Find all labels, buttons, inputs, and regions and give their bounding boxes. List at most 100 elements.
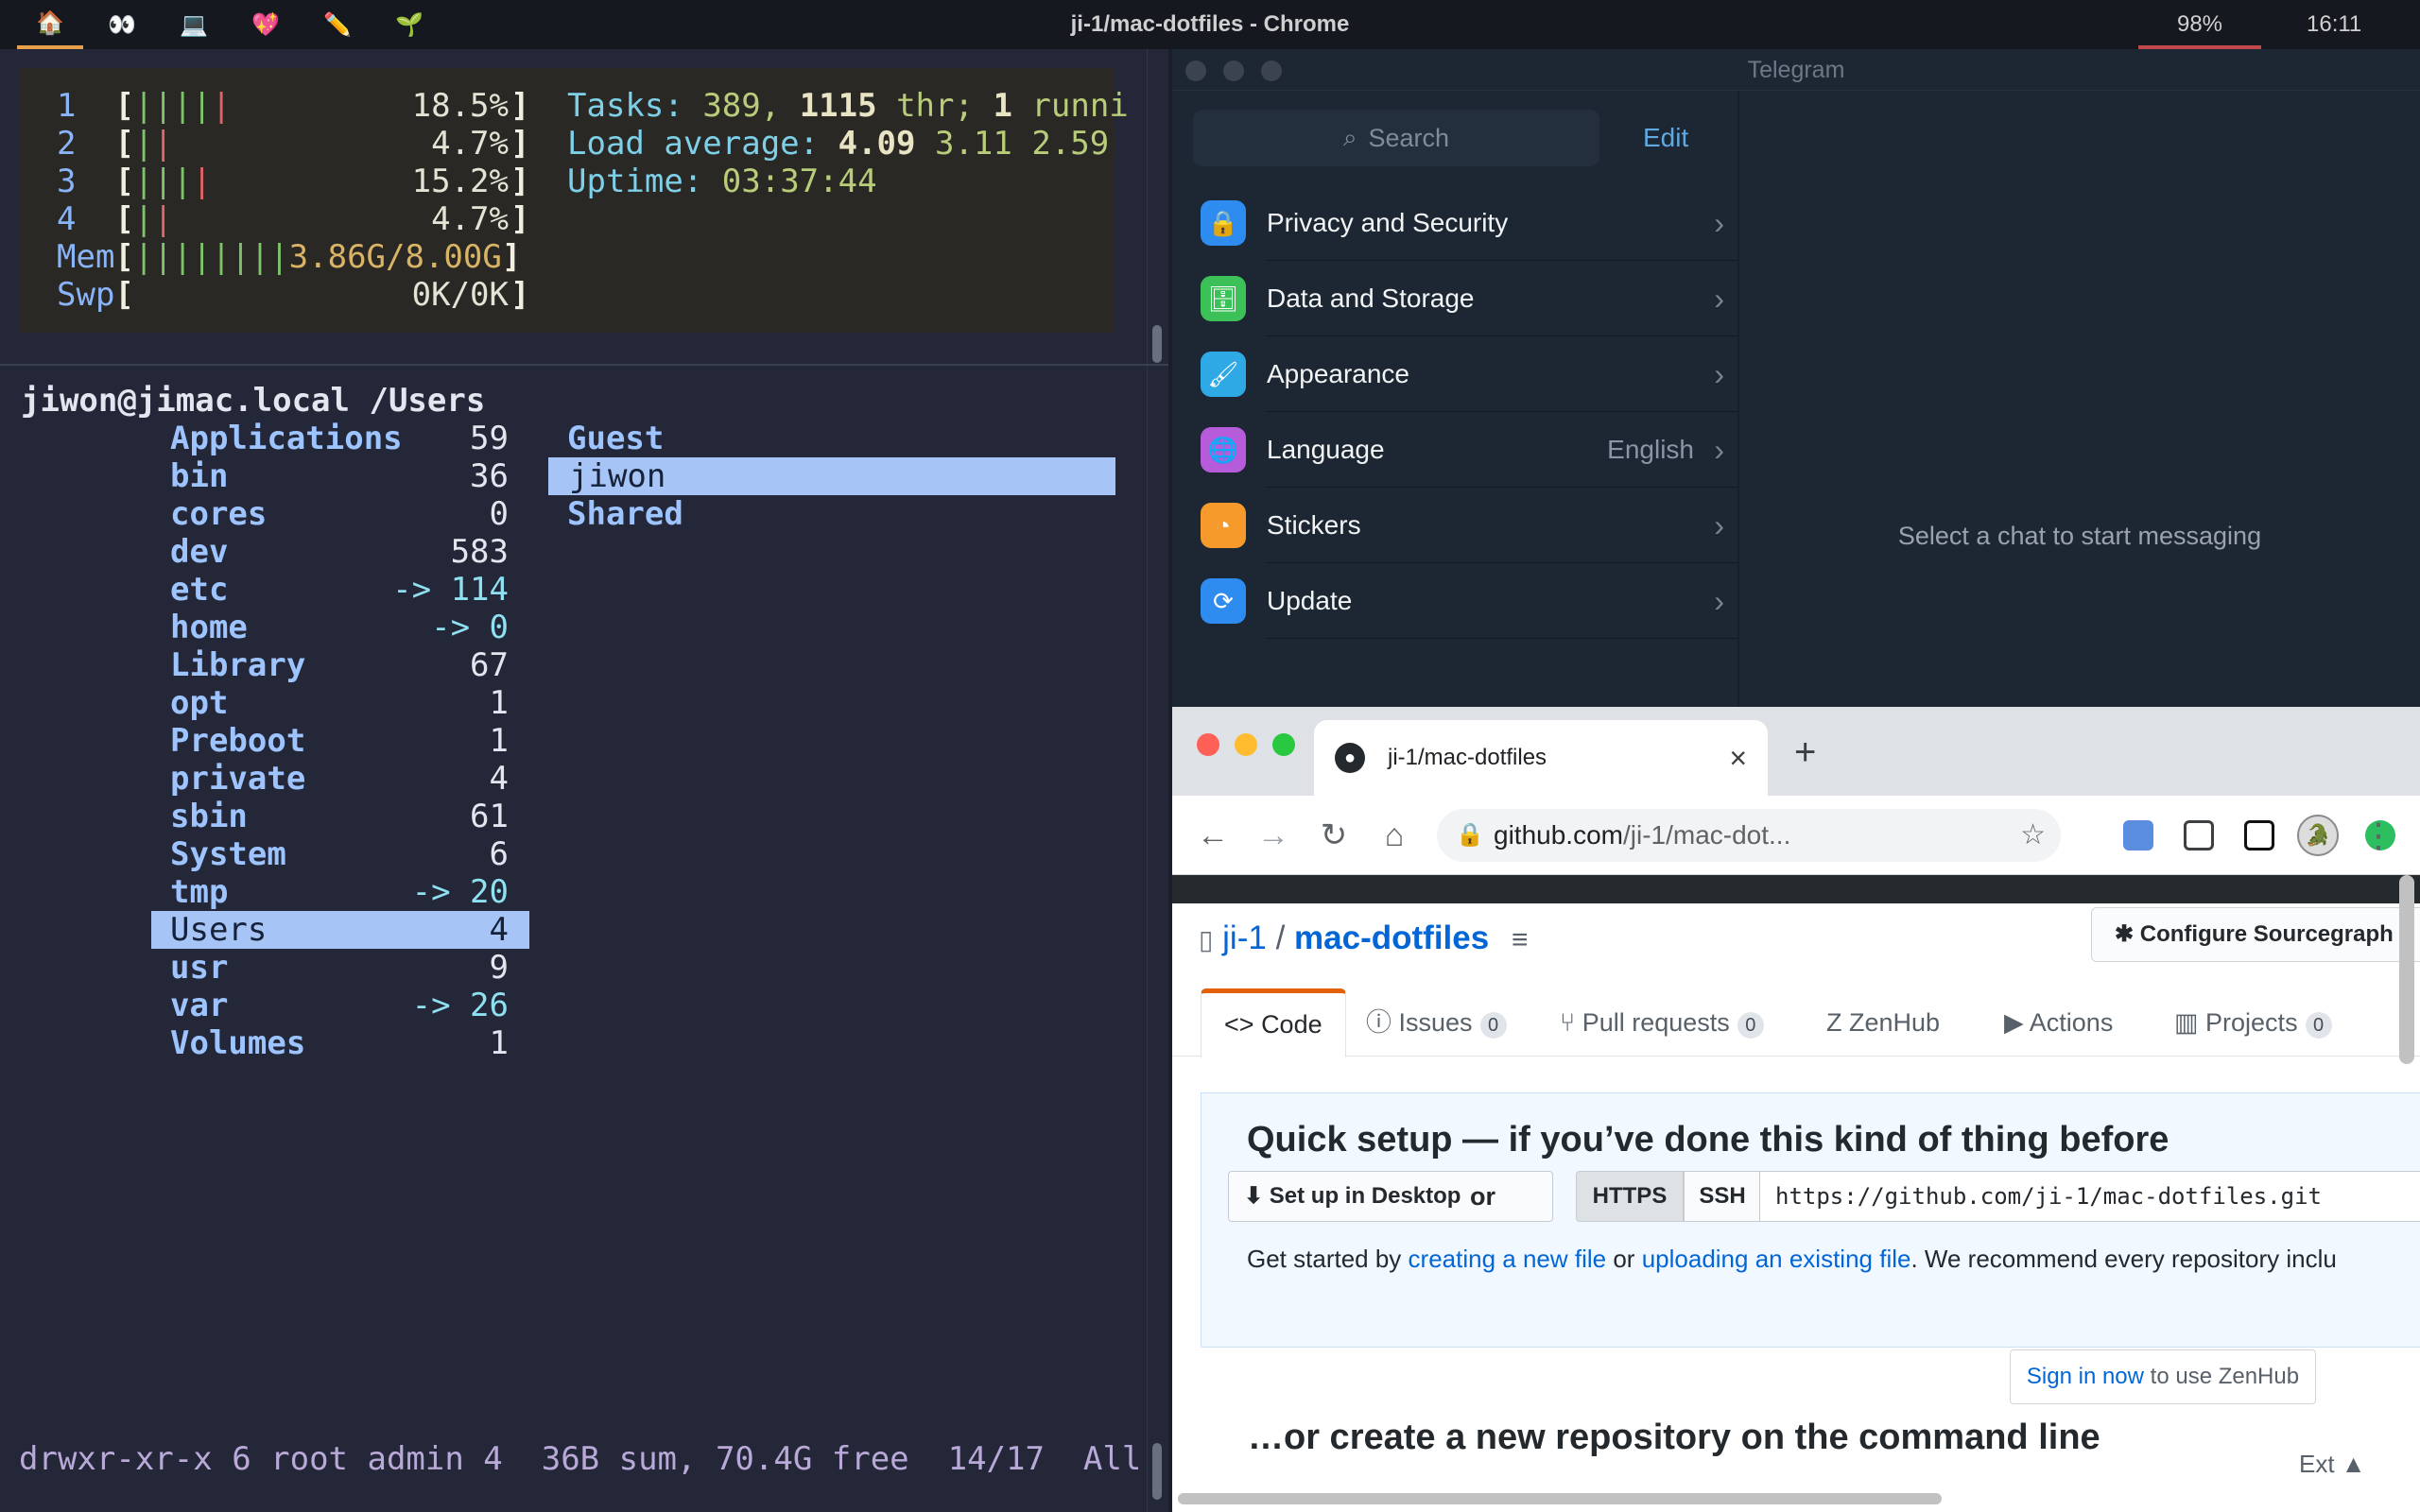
directory-row[interactable]: Library 67 xyxy=(151,646,529,684)
directory-count: 4 xyxy=(489,911,509,949)
https-toggle[interactable]: HTTPS xyxy=(1576,1171,1684,1222)
tab-icon: ▶ xyxy=(2004,1008,2024,1037)
chrome-window[interactable]: ● ji-1/mac-dotfiles × + ← → ↻ ⌂ 🔒 github… xyxy=(1172,707,2420,1512)
settings-item-value: English xyxy=(1607,435,1694,464)
configure-sourcegraph-button[interactable]: ✱ Configure Sourcegraph xyxy=(2091,907,2420,962)
settings-item[interactable]: 🌐 Language English › xyxy=(1172,412,1737,488)
directory-row[interactable]: bin 36 xyxy=(151,457,529,495)
directory-row[interactable]: Preboot 1 xyxy=(151,722,529,760)
extension-icon[interactable] xyxy=(2123,820,2153,850)
repo-tab[interactable]: ▥ Projects 0 xyxy=(2174,988,2332,1057)
directory-name: opt xyxy=(170,684,229,722)
repo-tab[interactable]: ▶ Actions xyxy=(2004,988,2113,1057)
vertical-scrollbar[interactable] xyxy=(2399,875,2414,1064)
list-icon[interactable]: ≡ xyxy=(1512,924,1529,955)
bookmark-icon[interactable] xyxy=(2184,820,2214,850)
tab-label: Issues xyxy=(1398,1008,1473,1037)
settings-item[interactable]: ◔ Stickers › xyxy=(1172,488,1737,563)
repo-title: ▯ ji-1 / mac-dotfiles ≡ xyxy=(1199,915,1528,962)
setup-desktop-button[interactable]: ⬇ Set up in Desktop xyxy=(1228,1171,1553,1222)
directory-count: -> 26 xyxy=(411,987,509,1024)
upload-file-link[interactable]: uploading an existing file xyxy=(1642,1245,1911,1273)
ext-toggle[interactable]: Ext ▲ xyxy=(2291,1450,2374,1479)
ssh-toggle[interactable]: SSH xyxy=(1684,1171,1761,1222)
repo-tab[interactable]: ⑂ Pull requests 0 xyxy=(1560,988,1764,1057)
github-page[interactable]: ▯ ji-1 / mac-dotfiles ≡ ✱ Configure Sour… xyxy=(1172,875,2420,1512)
repo-tab[interactable]: Z ZenHub xyxy=(1826,988,1940,1057)
preview-item-selected[interactable]: jiwon xyxy=(548,457,1115,495)
settings-item[interactable]: 🖌 Appearance › xyxy=(1172,336,1737,412)
directory-row[interactable]: var -> 26 xyxy=(151,987,529,1024)
address-bar[interactable]: 🔒 github.com/ji-1/mac-dot... ☆ xyxy=(1437,809,2061,862)
bookmark-star-icon[interactable]: ☆ xyxy=(2020,809,2046,862)
minimize-button[interactable] xyxy=(1235,733,1257,756)
directory-count: 583 xyxy=(450,533,509,571)
directory-name: private xyxy=(170,760,306,798)
settings-item[interactable]: ⟳ Update › xyxy=(1172,563,1737,639)
preview-item[interactable]: Shared xyxy=(567,495,683,533)
chevron-right-icon: › xyxy=(1714,206,1724,240)
terminal-window[interactable]: 1 [||||| 18.5% ] 2 [|| 4.7% ] 3 [|||| 15… xyxy=(0,49,1168,1512)
repo-name-link[interactable]: mac-dotfiles xyxy=(1294,919,1489,956)
tab-icon: ⑂ xyxy=(1560,1008,1576,1037)
new-tab-icon[interactable]: + xyxy=(1794,726,1816,779)
directory-row[interactable]: dev 583 xyxy=(151,533,529,571)
horizontal-scrollbar[interactable] xyxy=(1178,1493,1942,1504)
telegram-titlebar: Telegram xyxy=(1172,49,2420,91)
settings-item[interactable]: 🔒 Privacy and Security › xyxy=(1172,185,1737,261)
lock-icon: 🔒 xyxy=(1456,822,1484,848)
directory-row[interactable]: home -> 0 xyxy=(151,609,529,646)
directory-name: bin xyxy=(170,457,229,495)
repo-tab[interactable]: <> Code xyxy=(1201,988,1346,1057)
scrollbar[interactable] xyxy=(1152,325,1162,363)
url-text[interactable]: github.com/ji-1/mac-dot... xyxy=(1494,809,1985,862)
repo-owner-link[interactable]: ji-1 xyxy=(1222,919,1267,956)
directory-row[interactable]: usr 9 xyxy=(151,949,529,987)
directory-row[interactable]: etc -> 114 xyxy=(151,571,529,609)
directory-row[interactable]: opt 1 xyxy=(151,684,529,722)
notion-icon[interactable] xyxy=(2244,820,2274,850)
tab-icon: Z xyxy=(1826,1008,1842,1037)
ranger-status-bar: drwxr-xr-x 6 root admin 4 36B sum, 70.4G… xyxy=(19,1440,1142,1478)
create-repo-heading: …or create a new repository on the comma… xyxy=(1248,1418,2100,1457)
signin-link[interactable]: Sign in now xyxy=(2027,1364,2144,1389)
directory-count: 9 xyxy=(489,949,509,987)
close-tab-icon[interactable]: × xyxy=(1729,720,1747,796)
directory-row[interactable]: private 4 xyxy=(151,760,529,798)
repo-tab[interactable]: ⓘ Issues 0 xyxy=(1366,988,1507,1057)
create-file-link[interactable]: creating a new file xyxy=(1409,1245,1607,1273)
tab-title: ji-1/mac-dotfiles xyxy=(1388,745,1547,770)
close-button[interactable] xyxy=(1197,733,1219,756)
load-average-line: Load average: 4.09 3.11 2.59 xyxy=(567,125,1110,163)
directory-row[interactable]: tmp -> 20 xyxy=(151,873,529,911)
directory-row[interactable]: System 6 xyxy=(151,835,529,873)
back-icon[interactable]: ← xyxy=(1189,796,1236,875)
clone-url-input[interactable]: https://github.com/ji-1/mac-dotfiles.git xyxy=(1759,1171,2420,1222)
profile-avatar[interactable]: 🐊 xyxy=(2297,815,2339,856)
directory-row[interactable]: Applications 59 xyxy=(151,420,529,457)
window-title: ji-1/mac-dotfiles - Chrome xyxy=(1070,11,1350,37)
telegram-window[interactable]: Telegram ⌕ Search Edit 🔒 Privacy and Secu… xyxy=(1172,49,2420,707)
quick-setup-box: Quick setup — if you’ve done this kind o… xyxy=(1201,1092,2420,1348)
directory-name: sbin xyxy=(170,798,248,835)
tab-label: Code xyxy=(1261,1010,1322,1039)
edit-button[interactable]: Edit xyxy=(1643,110,1688,166)
directory-row[interactable]: cores 0 xyxy=(151,495,529,533)
bracket: ] xyxy=(510,200,530,238)
scrollbar[interactable] xyxy=(1152,1443,1162,1500)
search-input[interactable]: ⌕ Search xyxy=(1193,110,1599,166)
directory-name: home xyxy=(170,609,248,646)
forward-icon[interactable]: → xyxy=(1250,796,1297,875)
directory-row[interactable]: sbin 61 xyxy=(151,798,529,835)
preview-item[interactable]: Guest xyxy=(567,420,664,457)
directory-row[interactable]: Volumes 1 xyxy=(151,1024,529,1062)
zoom-button[interactable] xyxy=(1272,733,1295,756)
menu-kebab-icon[interactable]: ⋮ xyxy=(2361,796,2395,875)
cpu-percent: 4.7% xyxy=(431,200,509,238)
reload-icon[interactable]: ↻ xyxy=(1310,796,1357,875)
home-icon[interactable]: ⌂ xyxy=(1371,796,1418,875)
settings-item[interactable]: 🗄 Data and Storage › xyxy=(1172,261,1737,336)
settings-item-icon: ◔ xyxy=(1201,503,1246,548)
directory-row[interactable]: Users 4 xyxy=(151,911,529,949)
browser-tab[interactable]: ● ji-1/mac-dotfiles × xyxy=(1314,720,1768,796)
